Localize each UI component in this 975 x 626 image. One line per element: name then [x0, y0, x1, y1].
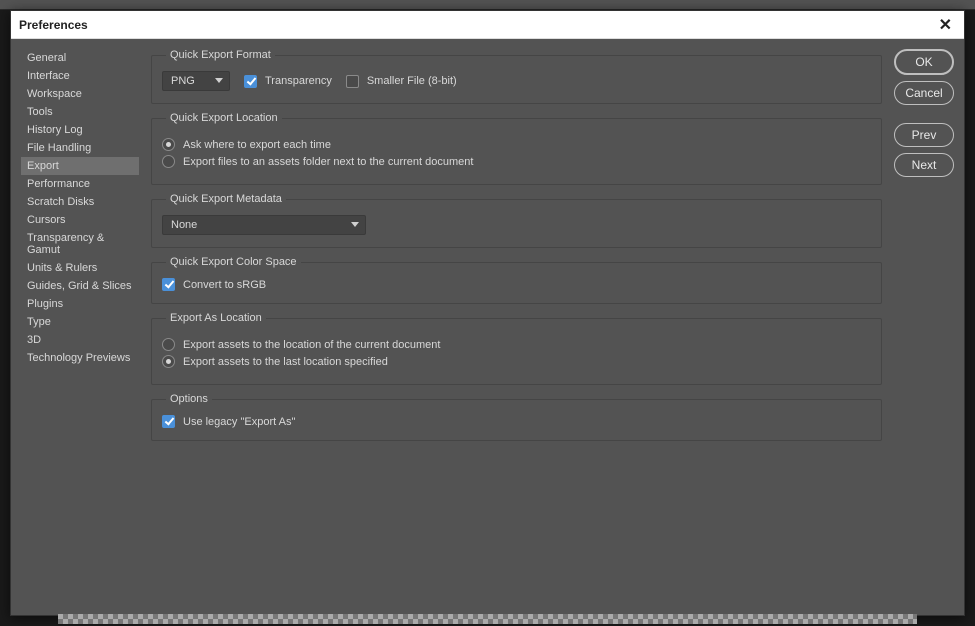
canvas-checkerboard: [58, 614, 917, 624]
sidebar-item-technology-previews[interactable]: Technology Previews: [21, 349, 139, 367]
radio-current-doc[interactable]: [162, 338, 175, 351]
dialog-body: General Interface Workspace Tools Histor…: [11, 39, 964, 615]
metadata-select[interactable]: None: [162, 215, 366, 235]
smaller-file-label: Smaller File (8-bit): [367, 75, 457, 87]
sidebar-item-workspace[interactable]: Workspace: [21, 85, 139, 103]
sidebar: General Interface Workspace Tools Histor…: [21, 49, 139, 605]
transparency-checkbox[interactable]: [244, 75, 257, 88]
sidebar-item-3d[interactable]: 3D: [21, 331, 139, 349]
content-panel: Quick Export Format PNG Transparency Sma…: [151, 49, 882, 605]
legend-location: Quick Export Location: [166, 112, 282, 124]
smaller-file-checkbox[interactable]: [346, 75, 359, 88]
ruler: [0, 0, 975, 10]
legend-exportas: Export As Location: [166, 312, 266, 324]
radio-last-location-label: Export assets to the last location speci…: [183, 356, 388, 368]
sidebar-item-export[interactable]: Export: [21, 157, 139, 175]
radio-ask-where[interactable]: [162, 138, 175, 151]
legend-metadata: Quick Export Metadata: [166, 193, 286, 205]
legend-colorspace: Quick Export Color Space: [166, 256, 301, 268]
group-export-as-location: Export As Location Export assets to the …: [151, 312, 882, 385]
legacy-export-label: Use legacy "Export As": [183, 416, 295, 428]
button-column: OK Cancel Prev Next: [894, 49, 954, 605]
ok-button[interactable]: OK: [894, 49, 954, 75]
convert-srgb-label: Convert to sRGB: [183, 279, 266, 291]
group-quick-export-color-space: Quick Export Color Space Convert to sRGB: [151, 256, 882, 304]
next-button[interactable]: Next: [894, 153, 954, 177]
sidebar-item-scratch-disks[interactable]: Scratch Disks: [21, 193, 139, 211]
sidebar-item-file-handling[interactable]: File Handling: [21, 139, 139, 157]
radio-assets-folder-label: Export files to an assets folder next to…: [183, 156, 473, 168]
transparency-label: Transparency: [265, 75, 332, 87]
radio-current-doc-label: Export assets to the location of the cur…: [183, 339, 440, 351]
titlebar: Preferences ✕: [11, 11, 964, 39]
sidebar-item-type[interactable]: Type: [21, 313, 139, 331]
cancel-button[interactable]: Cancel: [894, 81, 954, 105]
group-quick-export-location: Quick Export Location Ask where to expor…: [151, 112, 882, 185]
prev-button[interactable]: Prev: [894, 123, 954, 147]
sidebar-item-cursors[interactable]: Cursors: [21, 211, 139, 229]
preferences-dialog: Preferences ✕ General Interface Workspac…: [10, 10, 965, 616]
sidebar-item-units-rulers[interactable]: Units & Rulers: [21, 259, 139, 277]
sidebar-item-general[interactable]: General: [21, 49, 139, 67]
sidebar-item-guides-grid-slices[interactable]: Guides, Grid & Slices: [21, 277, 139, 295]
legend-options: Options: [166, 393, 212, 405]
sidebar-item-plugins[interactable]: Plugins: [21, 295, 139, 313]
radio-assets-folder[interactable]: [162, 155, 175, 168]
radio-last-location[interactable]: [162, 355, 175, 368]
legacy-export-checkbox[interactable]: [162, 415, 175, 428]
format-select[interactable]: PNG: [162, 71, 230, 91]
sidebar-item-history-log[interactable]: History Log: [21, 121, 139, 139]
convert-srgb-checkbox[interactable]: [162, 278, 175, 291]
group-quick-export-metadata: Quick Export Metadata None: [151, 193, 882, 248]
group-quick-export-format: Quick Export Format PNG Transparency Sma…: [151, 49, 882, 104]
group-options: Options Use legacy "Export As": [151, 393, 882, 441]
close-icon[interactable]: ✕: [935, 15, 956, 35]
sidebar-item-performance[interactable]: Performance: [21, 175, 139, 193]
sidebar-item-tools[interactable]: Tools: [21, 103, 139, 121]
dialog-title: Preferences: [19, 18, 88, 32]
radio-ask-where-label: Ask where to export each time: [183, 139, 331, 151]
legend-format: Quick Export Format: [166, 49, 275, 61]
sidebar-item-transparency-gamut[interactable]: Transparency & Gamut: [21, 229, 139, 259]
sidebar-item-interface[interactable]: Interface: [21, 67, 139, 85]
